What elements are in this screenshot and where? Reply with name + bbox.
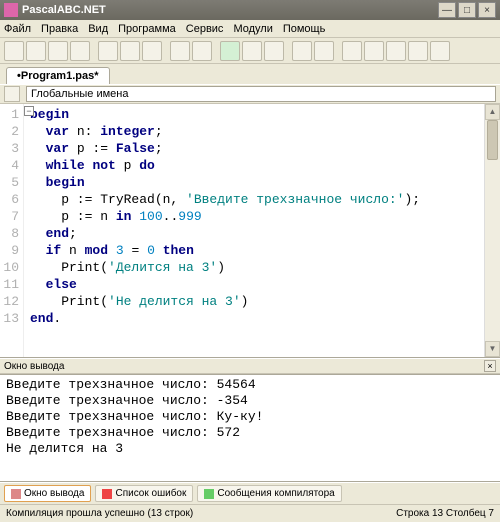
tab-errors-label: Список ошибок <box>115 488 186 499</box>
scope-combo-label: Глобальные имена <box>31 88 129 100</box>
file-tab[interactable]: •Program1.pas* <box>6 67 110 84</box>
layout-button-3[interactable] <box>408 41 428 61</box>
status-cursor: Строка 13 Столбец 7 <box>396 508 494 519</box>
maximize-button[interactable]: □ <box>458 2 476 18</box>
close-button[interactable]: × <box>478 2 496 18</box>
output-close-button[interactable]: × <box>484 360 496 372</box>
window-title: PascalABC.NET <box>22 4 436 16</box>
menu-edit[interactable]: Правка <box>41 23 78 35</box>
copy-button[interactable] <box>120 41 140 61</box>
output-panel[interactable]: Введите трехзначное число: 54564Введите … <box>0 374 500 482</box>
layout-button-4[interactable] <box>430 41 450 61</box>
app-icon <box>4 3 18 17</box>
status-message: Компиляция прошла успешно (13 строк) <box>6 508 193 519</box>
editor-scrollbar[interactable]: ▲ ▼ <box>484 104 500 357</box>
save-all-button[interactable] <box>70 41 90 61</box>
run-button[interactable] <box>220 41 240 61</box>
menu-help[interactable]: Помощь <box>283 23 326 35</box>
window-titlebar: PascalABC.NET — □ × <box>0 0 500 20</box>
menu-file[interactable]: Файл <box>4 23 31 35</box>
undo-button[interactable] <box>170 41 190 61</box>
minimize-button[interactable]: — <box>438 2 456 18</box>
menubar: Файл Правка Вид Программа Сервис Модули … <box>0 20 500 38</box>
paste-button[interactable] <box>142 41 162 61</box>
output-panel-header: Окно вывода × <box>0 358 500 374</box>
output-panel-title: Окно вывода <box>4 361 64 372</box>
stop-button[interactable] <box>264 41 284 61</box>
layout-button-2[interactable] <box>386 41 406 61</box>
toolbar <box>0 38 500 64</box>
bottom-tabbar: Окно вывода Список ошибок Сообщения комп… <box>0 482 500 504</box>
statusbar: Компиляция прошла успешно (13 строк) Стр… <box>0 504 500 522</box>
line-gutter: 12345678910111213 <box>0 104 24 357</box>
scroll-up-icon[interactable]: ▲ <box>485 104 500 120</box>
open-file-button[interactable] <box>26 41 46 61</box>
new-file-button[interactable] <box>4 41 24 61</box>
compile-button[interactable] <box>242 41 262 61</box>
step-over-button[interactable] <box>314 41 334 61</box>
scope-combo[interactable]: Глобальные имена <box>26 86 496 102</box>
code-editor[interactable]: 12345678910111213 − begin var n: integer… <box>0 104 500 358</box>
scope-icon[interactable] <box>4 86 20 102</box>
redo-button[interactable] <box>192 41 212 61</box>
save-button[interactable] <box>48 41 68 61</box>
tab-output[interactable]: Окно вывода <box>4 485 91 502</box>
options-button[interactable] <box>342 41 362 61</box>
scope-bar: Глобальные имена <box>0 84 500 104</box>
tab-output-label: Окно вывода <box>24 488 84 499</box>
menu-view[interactable]: Вид <box>88 23 108 35</box>
code-area[interactable]: begin var n: integer; var p := False; wh… <box>24 104 500 357</box>
menu-program[interactable]: Программа <box>118 23 176 35</box>
tab-compiler-label: Сообщения компилятора <box>217 488 334 499</box>
tab-compiler-messages[interactable]: Сообщения компилятора <box>197 485 341 502</box>
tab-errors[interactable]: Список ошибок <box>95 485 193 502</box>
scroll-thumb[interactable] <box>487 120 498 160</box>
layout-button-1[interactable] <box>364 41 384 61</box>
step-into-button[interactable] <box>292 41 312 61</box>
cut-button[interactable] <box>98 41 118 61</box>
editor-tabbar: •Program1.pas* <box>0 64 500 84</box>
menu-modules[interactable]: Модули <box>233 23 272 35</box>
fold-toggle[interactable]: − <box>24 106 34 116</box>
menu-service[interactable]: Сервис <box>186 23 224 35</box>
scroll-down-icon[interactable]: ▼ <box>485 341 500 357</box>
